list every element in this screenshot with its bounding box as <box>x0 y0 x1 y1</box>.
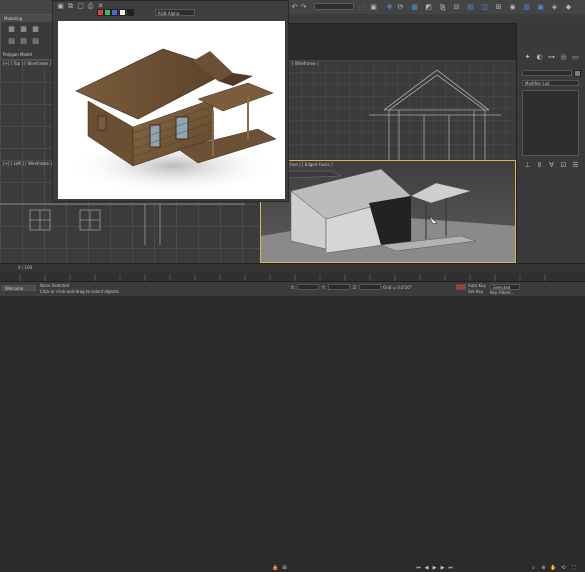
lock-selection-icon[interactable]: 🔒 <box>272 565 279 572</box>
status-bar: Welcome None Selected Click or click-and… <box>0 281 585 571</box>
y-coordinate-field[interactable] <box>328 284 350 290</box>
render-setup-icon[interactable]: ▥ <box>522 3 531 11</box>
auto-key-label[interactable]: Auto Key <box>468 283 486 288</box>
play-icon[interactable]: ▶ <box>431 565 438 572</box>
show-end-result-icon[interactable]: Ⅱ <box>535 161 544 169</box>
render-frame-toolbar: ▣ ⧉ ▢ ⎙ ✕ RGB Alpha <box>53 1 288 21</box>
object-name-field[interactable] <box>522 70 572 76</box>
go-to-start-icon[interactable]: ⏮ <box>415 565 422 572</box>
curve-editor-icon[interactable]: ◫ <box>480 3 489 11</box>
modeling-ribbon: Modeling ▦ ▦ ▦ ▤ ▤ ▤ Polygon Model <box>0 14 55 60</box>
render-icon[interactable]: ◈ <box>550 3 559 11</box>
ribbon-tool-icon[interactable]: ▤ <box>31 37 40 45</box>
ribbon-subtitle: Polygon Model <box>3 52 32 57</box>
schematic-icon[interactable]: ⊞ <box>494 3 503 11</box>
maximize-viewport-icon[interactable]: ⛶ <box>570 565 577 572</box>
next-frame-icon[interactable]: ▶ <box>439 565 446 572</box>
channel-dropdown[interactable]: RGB Alpha <box>155 9 195 16</box>
x-label: X: <box>291 285 296 290</box>
create-tab-icon[interactable]: ✦ <box>523 53 532 61</box>
rendered-house <box>68 48 278 194</box>
print-image-icon[interactable]: ⎙ <box>86 2 95 10</box>
render-production-icon[interactable]: ◆ <box>564 3 573 11</box>
rendered-frame-window: ▣ ⧉ ▢ ⎙ ✕ RGB Alpha <box>52 0 289 202</box>
copy-image-icon[interactable]: ⧉ <box>66 2 75 10</box>
front-wireframe-house <box>369 69 501 160</box>
z-label: Z: <box>353 285 358 290</box>
region-select-icon[interactable]: ▣ <box>369 3 378 11</box>
ribbon-tool-icon[interactable]: ▤ <box>7 37 16 45</box>
modifier-list-dropdown[interactable]: Modifier List <box>522 80 579 86</box>
perspective-viewport[interactable]: [+] [ Perspective ] [ Edged Faces ] <box>260 160 516 263</box>
maxscript-listener[interactable]: Welcome <box>2 285 36 291</box>
perspective-render <box>261 161 515 262</box>
undo-icon[interactable]: ↶ <box>290 3 299 11</box>
y-label: Y: <box>322 285 326 290</box>
mono-icon[interactable] <box>127 9 134 16</box>
selection-status: None Selected <box>40 283 70 288</box>
ribbon-tool-icon[interactable]: ▦ <box>31 25 40 33</box>
x-coordinate-field[interactable] <box>297 284 319 290</box>
motion-tab-icon[interactable]: ◎ <box>559 53 568 61</box>
ribbon-tool-icon[interactable]: ▦ <box>19 25 28 33</box>
ribbon-title[interactable]: Modeling <box>1 15 54 22</box>
modify-tab-icon[interactable]: ◐ <box>535 53 544 61</box>
snap-icon[interactable]: ◩ <box>424 3 433 11</box>
frame-counter: 0 / 100 <box>18 265 33 270</box>
hierarchy-tab-icon[interactable]: ⊶ <box>547 53 556 61</box>
pin-stack-icon[interactable]: ⊥ <box>523 161 532 169</box>
select-icon[interactable]: ⬚ <box>357 3 366 11</box>
rotate-icon[interactable]: ⟳ <box>396 3 405 11</box>
top-viewport[interactable]: [+] [ Top ] [ Wireframe ] <box>0 60 52 160</box>
alpha-channel-icon[interactable] <box>119 9 126 16</box>
previous-frame-icon[interactable]: ◀ <box>423 565 430 572</box>
key-filters-button[interactable]: Key Filters... <box>490 290 514 295</box>
remove-modifier-icon[interactable]: ⊡ <box>559 161 568 169</box>
material-editor-icon[interactable]: ◉ <box>508 3 517 11</box>
top-viewport-label[interactable]: [+] [ Top ] [ Wireframe ] <box>3 61 51 66</box>
viewport-grid <box>0 60 52 160</box>
rendered-image <box>58 21 285 199</box>
mirror-icon[interactable]: ⧎ <box>438 3 447 11</box>
display-tab-icon[interactable]: ▭ <box>571 53 580 61</box>
modifier-stack[interactable] <box>522 90 579 156</box>
zoom-all-icon[interactable]: ⊕ <box>540 565 547 572</box>
object-color-swatch[interactable] <box>574 70 581 77</box>
save-image-icon[interactable]: ▣ <box>56 2 65 10</box>
blue-channel-icon[interactable] <box>111 9 118 16</box>
red-channel-icon[interactable] <box>97 9 104 16</box>
track-ticks <box>19 274 546 281</box>
green-channel-icon[interactable] <box>104 9 111 16</box>
move-icon[interactable]: ✥ <box>385 3 394 11</box>
clone-frame-icon[interactable]: ▢ <box>76 2 85 10</box>
render-frame-icon[interactable]: ▣ <box>536 3 545 11</box>
ribbon-tool-icon[interactable]: ▦ <box>7 25 16 33</box>
configure-sets-icon[interactable]: ☰ <box>571 161 580 169</box>
z-coordinate-field[interactable] <box>359 284 381 290</box>
go-to-end-icon[interactable]: ⏭ <box>447 565 454 572</box>
make-unique-icon[interactable]: ∀ <box>547 161 556 169</box>
scale-icon[interactable]: ▦ <box>410 3 419 11</box>
absolute-mode-icon[interactable]: ⊞ <box>281 565 288 572</box>
auto-key-button[interactable] <box>456 284 466 290</box>
prompt-line: Click or click-and-drag to select object… <box>40 289 119 294</box>
pan-icon[interactable]: ✋ <box>550 565 557 572</box>
ribbon-tool-icon[interactable]: ▤ <box>19 37 28 45</box>
track-bar[interactable] <box>0 271 585 281</box>
redo-icon[interactable]: ↷ <box>299 3 308 11</box>
command-panel: ✦ ◐ ⊶ ◎ ▭ Modifier List ⊥ Ⅱ ∀ ⊡ ☰ <box>516 23 585 263</box>
zoom-icon[interactable]: ⌕ <box>530 565 537 572</box>
layer-icon[interactable]: ▤ <box>466 3 475 11</box>
align-icon[interactable]: ⊟ <box>452 3 461 11</box>
orbit-icon[interactable]: ⟲ <box>560 565 567 572</box>
front-viewport[interactable]: [ Wireframe ] <box>289 60 516 160</box>
grid-size: Grid = 0.0'10" <box>383 285 412 290</box>
workspace-dropdown[interactable] <box>314 3 354 10</box>
set-key-label[interactable]: Set Key <box>468 289 483 294</box>
